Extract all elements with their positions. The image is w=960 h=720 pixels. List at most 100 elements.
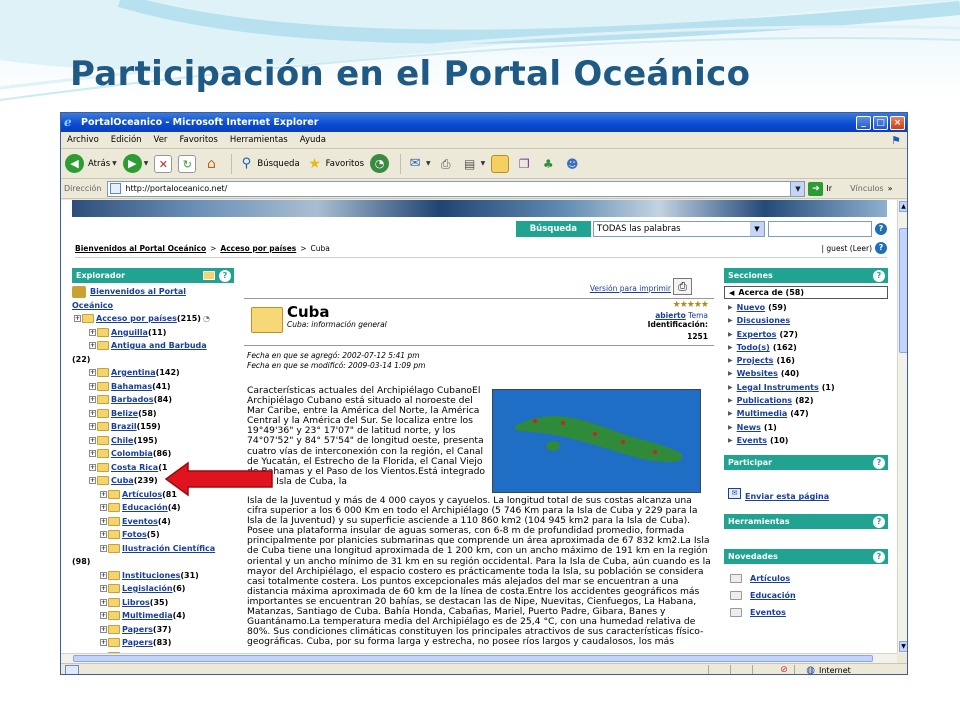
tree-item[interactable]: + Chile (195) bbox=[72, 434, 234, 448]
section-item[interactable]: ▶ Legal Instruments (1) bbox=[728, 381, 888, 394]
section-item[interactable]: ▶ Publications (82) bbox=[728, 394, 888, 407]
herramientas-help-icon[interactable]: ? bbox=[873, 515, 885, 528]
chevron-right-icon[interactable]: » bbox=[888, 184, 893, 193]
help-icon[interactable]: ? bbox=[875, 242, 887, 254]
search-input[interactable] bbox=[768, 221, 872, 237]
expand-icon[interactable]: + bbox=[100, 517, 107, 525]
expand-icon[interactable]: + bbox=[89, 436, 96, 444]
print-button[interactable]: ⎙ bbox=[437, 155, 455, 173]
expand-icon[interactable]: + bbox=[100, 531, 107, 539]
scroll-thumb[interactable] bbox=[899, 228, 907, 353]
messenger-button[interactable]: ♣ bbox=[539, 155, 557, 173]
tree-item[interactable]: + Libros (35) bbox=[72, 596, 234, 610]
refresh-button[interactable]: ↻ bbox=[178, 154, 197, 173]
address-dropdown-icon[interactable]: ▼ bbox=[790, 181, 805, 196]
go-button[interactable]: Ir bbox=[826, 184, 832, 193]
expand-icon[interactable]: + bbox=[89, 450, 96, 458]
search-button[interactable]: ⚲ Búsqueda bbox=[237, 155, 300, 173]
print-version-link[interactable]: Versión para imprimir bbox=[590, 284, 671, 293]
breadcrumb-home[interactable]: Bienvenidos al Portal Oceánico bbox=[75, 244, 206, 253]
section-item[interactable]: ▶ Events (10) bbox=[728, 434, 888, 447]
tree-item[interactable]: + Bahamas (41) bbox=[72, 380, 234, 394]
tree-item[interactable]: + Colombia (86) bbox=[72, 447, 234, 461]
acerca-item[interactable]: ◀ Acerca de (58) bbox=[724, 286, 888, 299]
expand-icon[interactable]: + bbox=[100, 612, 107, 620]
section-item[interactable]: ▶ Projects (16) bbox=[728, 354, 888, 367]
history-button[interactable]: ◔ bbox=[370, 154, 390, 173]
expand-icon[interactable]: + bbox=[100, 544, 107, 552]
expand-icon[interactable]: + bbox=[74, 315, 81, 323]
expand-icon[interactable]: + bbox=[89, 382, 96, 390]
expand-icon[interactable]: + bbox=[89, 409, 96, 417]
tree-item[interactable]: + Barbados (84) bbox=[72, 393, 234, 407]
printer-icon[interactable]: ⎙ bbox=[673, 278, 692, 295]
tree-item[interactable]: + Fotos (5) bbox=[72, 528, 234, 542]
tree-root-line2[interactable]: Oceánico bbox=[72, 299, 234, 313]
mail-button[interactable]: ✉ ▼ bbox=[406, 155, 431, 173]
tree-item[interactable]: + Educación (4) bbox=[72, 501, 234, 515]
expand-icon[interactable]: + bbox=[89, 342, 96, 350]
novedad-item[interactable]: Eventos bbox=[724, 604, 888, 621]
breadcrumb-section[interactable]: Acceso por países bbox=[220, 244, 296, 253]
horizontal-scrollbar[interactable] bbox=[61, 653, 897, 663]
novedad-item[interactable]: Artículos bbox=[724, 570, 888, 587]
expand-icon[interactable]: + bbox=[89, 396, 96, 404]
minimize-button[interactable]: _ bbox=[856, 115, 871, 130]
vertical-scrollbar[interactable]: ▲ ▼ bbox=[897, 200, 907, 653]
tree-item[interactable]: + Papers (37) bbox=[72, 623, 234, 637]
folder-up-icon[interactable] bbox=[203, 271, 215, 280]
novedad-item[interactable]: Educación bbox=[724, 587, 888, 604]
tree-item[interactable]: + Ilustración Científica bbox=[72, 542, 234, 556]
scroll-thumb[interactable] bbox=[73, 655, 873, 662]
tree-item[interactable]: + Argentina (142) bbox=[72, 366, 234, 380]
tree-item[interactable]: + Instituciones (31) bbox=[72, 569, 234, 583]
section-item[interactable]: ▶ Websites (40) bbox=[728, 367, 888, 380]
expand-icon[interactable]: + bbox=[100, 625, 107, 633]
go-arrow-icon[interactable]: ➔ bbox=[808, 181, 824, 196]
expand-icon[interactable]: + bbox=[89, 369, 96, 377]
tree-item[interactable]: (98) bbox=[72, 555, 234, 569]
sections-help-icon[interactable]: ? bbox=[873, 269, 885, 282]
favorites-button[interactable]: ★ Favoritos bbox=[306, 155, 364, 173]
tree-item[interactable]: + Antigua and Barbuda bbox=[72, 339, 234, 353]
section-item[interactable]: ▶ Todo(s) (162) bbox=[728, 341, 888, 354]
menu-herramientas[interactable]: Herramientas bbox=[224, 135, 294, 145]
maximize-button[interactable]: □ bbox=[873, 115, 888, 130]
tree-item[interactable]: + Multimedia (4) bbox=[72, 609, 234, 623]
stop-button[interactable]: ✕ bbox=[154, 154, 173, 173]
edit-button[interactable]: ▤ ▼ bbox=[461, 155, 485, 173]
scroll-down-icon[interactable]: ▼ bbox=[899, 641, 907, 652]
people-button[interactable]: ☻ bbox=[563, 155, 581, 173]
tree-item[interactable]: + Brazil (159) bbox=[72, 420, 234, 434]
address-input[interactable]: http://portaloceanico.net/ ▼ bbox=[107, 180, 806, 197]
expand-icon[interactable]: + bbox=[100, 504, 107, 512]
tree-item[interactable]: + Eventos (4) bbox=[72, 515, 234, 529]
expand-icon[interactable]: + bbox=[100, 490, 107, 498]
scroll-up-icon[interactable]: ▲ bbox=[899, 201, 907, 212]
section-item[interactable]: ▶ Nuevo (59) bbox=[728, 301, 888, 314]
menu-ver[interactable]: Ver bbox=[148, 135, 174, 145]
close-button[interactable]: × bbox=[890, 115, 905, 130]
tree-item[interactable]: + Belize (58) bbox=[72, 407, 234, 421]
menu-archivo[interactable]: Archivo bbox=[61, 135, 105, 145]
expand-icon[interactable]: + bbox=[89, 463, 96, 471]
novedades-help-icon[interactable]: ? bbox=[873, 550, 885, 563]
search-help-icon[interactable]: ? bbox=[875, 223, 887, 235]
status-link[interactable]: abierto bbox=[655, 311, 686, 320]
section-item[interactable]: ▶ News (1) bbox=[728, 421, 888, 434]
expand-icon[interactable]: + bbox=[89, 477, 96, 485]
tree-item[interactable]: + Legislación (6) bbox=[72, 582, 234, 596]
user-status[interactable]: | guest (Leer) bbox=[822, 244, 872, 253]
send-page-row[interactable]: ✉ Enviar esta página bbox=[724, 470, 888, 504]
section-item[interactable]: ▶ Expertos (27) bbox=[728, 328, 888, 341]
section-item[interactable]: ▶ Discusiones bbox=[728, 314, 888, 327]
tree-item[interactable]: (22) bbox=[72, 353, 234, 367]
research-button[interactable]: ❐ bbox=[515, 155, 533, 173]
expand-icon[interactable]: + bbox=[89, 423, 96, 431]
home-button[interactable]: ⌂ bbox=[202, 155, 220, 173]
expand-icon[interactable]: + bbox=[100, 571, 107, 579]
expand-icon[interactable]: + bbox=[100, 598, 107, 606]
folder-button[interactable] bbox=[491, 154, 510, 173]
participar-help-icon[interactable]: ? bbox=[873, 456, 885, 469]
tree-root[interactable]: Bienvenidos al Portal bbox=[72, 285, 234, 299]
